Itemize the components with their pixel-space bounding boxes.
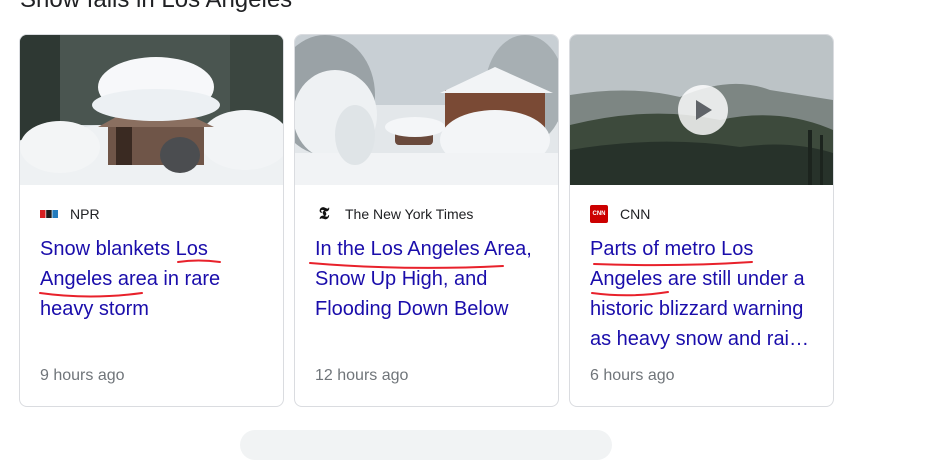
timestamp: 12 hours ago bbox=[315, 367, 409, 384]
source: NPR bbox=[40, 205, 100, 223]
npr-logo-icon bbox=[40, 205, 58, 223]
news-card-nyt[interactable]: 𝕿 The New York Times In the Los Angeles … bbox=[294, 34, 559, 407]
source-name: NPR bbox=[70, 206, 100, 222]
nyt-logo-icon: 𝕿 bbox=[318, 204, 330, 224]
headline-link[interactable]: Snow blankets Los Angeles area in rare h… bbox=[40, 234, 270, 324]
timestamp: 6 hours ago bbox=[590, 367, 675, 384]
headline-link[interactable]: In the Los Angeles Area, Snow Up High, a… bbox=[315, 234, 545, 324]
news-card-cnn[interactable]: CNN CNN Parts of metro Los Angeles are s… bbox=[569, 34, 834, 407]
news-thumbnail[interactable] bbox=[570, 35, 833, 185]
source-name: The New York Times bbox=[345, 206, 474, 222]
news-thumbnail[interactable] bbox=[295, 35, 558, 185]
play-video-icon[interactable] bbox=[678, 85, 728, 135]
source: CNN CNN bbox=[590, 205, 650, 223]
source: 𝕿 The New York Times bbox=[315, 204, 474, 224]
section-title: Snow falls in Los Angeles bbox=[20, 0, 292, 14]
cnn-logo-icon: CNN bbox=[590, 205, 608, 223]
news-thumbnail[interactable] bbox=[20, 35, 283, 185]
news-card-npr[interactable]: NPR Snow blankets Los Angeles area in ra… bbox=[19, 34, 284, 407]
more-news-button[interactable] bbox=[240, 430, 612, 460]
headline-link[interactable]: Parts of metro Los Angeles are still und… bbox=[590, 234, 820, 354]
timestamp: 9 hours ago bbox=[40, 367, 125, 384]
source-name: CNN bbox=[620, 206, 651, 222]
